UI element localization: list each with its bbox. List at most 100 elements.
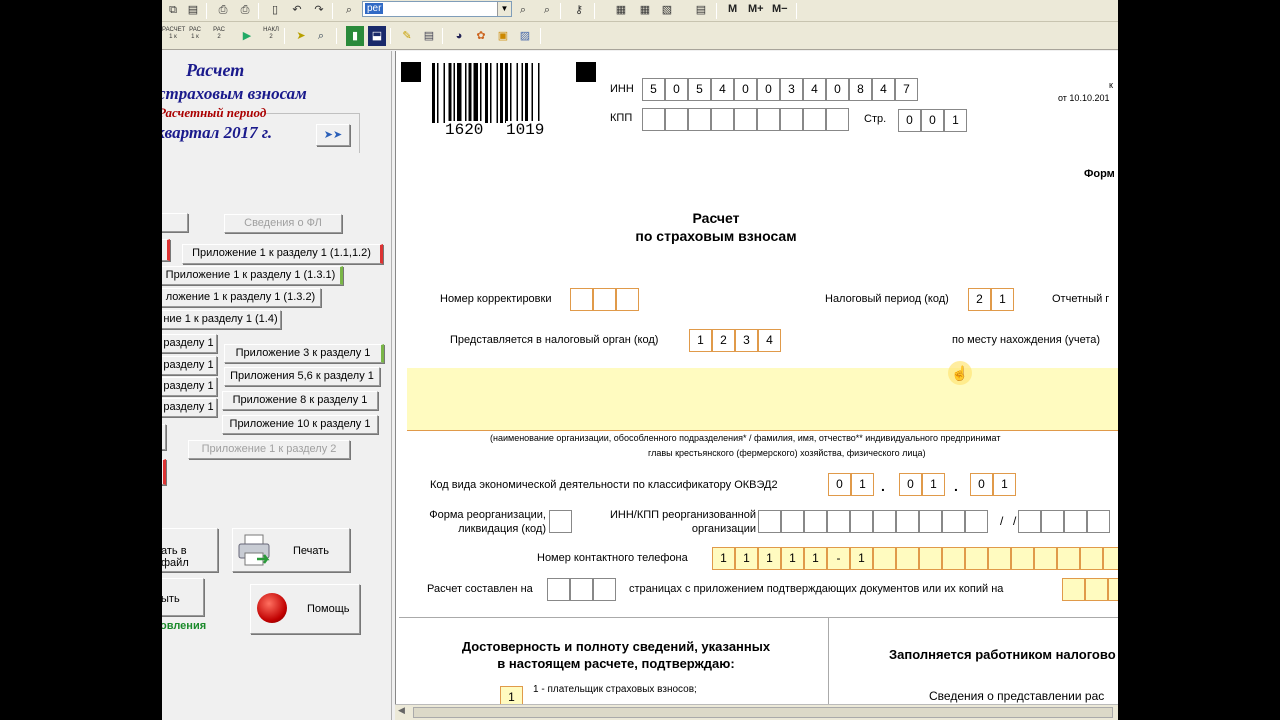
paste-icon[interactable]: ▤ bbox=[184, 2, 202, 19]
photo-icon[interactable]: ▨ bbox=[516, 26, 534, 46]
digit-cell[interactable] bbox=[803, 108, 826, 131]
chart-icon[interactable]: ▧ bbox=[658, 2, 676, 19]
digit-cell[interactable] bbox=[942, 510, 965, 533]
digit-cell[interactable]: 0 bbox=[899, 473, 922, 496]
notepad-icon[interactable]: ▤ bbox=[692, 2, 710, 19]
digit-cell[interactable]: 1 bbox=[735, 547, 758, 570]
payer-code-field[interactable]: 1 bbox=[500, 686, 523, 704]
digit-cell[interactable] bbox=[1041, 510, 1064, 533]
fl-info-button[interactable]: Сведения о ФЛ bbox=[224, 214, 342, 233]
digit-cell[interactable]: 0 bbox=[665, 78, 688, 101]
memory-minus-button[interactable]: M− bbox=[772, 3, 788, 15]
digit-cell[interactable]: 1 bbox=[781, 547, 804, 570]
app4-section1-button[interactable]: разделу 1 bbox=[162, 356, 217, 375]
close-button[interactable]: ыть bbox=[162, 578, 204, 616]
image-icon[interactable]: ▣ bbox=[494, 26, 512, 46]
save-to-file-button[interactable]: ать в файл bbox=[162, 528, 218, 572]
scrollbar-thumb[interactable] bbox=[413, 707, 1113, 718]
digit-cell[interactable]: 3 bbox=[735, 329, 758, 352]
digit-cell[interactable] bbox=[965, 510, 988, 533]
find-next-icon[interactable]: ⌕ bbox=[514, 2, 532, 19]
digit-cell[interactable]: 0 bbox=[898, 109, 921, 132]
digit-cell[interactable]: 1 bbox=[758, 547, 781, 570]
period-next-button[interactable]: ➤➤ bbox=[316, 124, 350, 146]
digit-cell[interactable] bbox=[593, 578, 616, 601]
digit-cell[interactable] bbox=[665, 108, 688, 131]
binoculars-icon[interactable]: ⌕ bbox=[312, 26, 330, 46]
digit-cell[interactable] bbox=[1011, 547, 1034, 570]
report-calc-2-button[interactable]: РАС 1 к bbox=[184, 27, 206, 41]
digit-cell[interactable] bbox=[1080, 547, 1103, 570]
play-icon[interactable]: ▶ bbox=[238, 26, 256, 46]
tab-title-button[interactable] bbox=[162, 213, 188, 232]
section-2-button[interactable] bbox=[162, 424, 166, 450]
digit-cell[interactable]: 4 bbox=[872, 78, 895, 101]
digit-cell[interactable] bbox=[1057, 547, 1080, 570]
section-1-button[interactable] bbox=[162, 239, 170, 261]
chevron-down-icon[interactable]: ▼ bbox=[497, 2, 511, 16]
digit-cell[interactable] bbox=[826, 108, 849, 131]
digit-cell[interactable] bbox=[965, 547, 988, 570]
organization-name-field[interactable] bbox=[407, 368, 1118, 431]
digit-cell[interactable] bbox=[570, 578, 593, 601]
digit-cell[interactable]: 8 bbox=[849, 78, 872, 101]
digit-cell[interactable] bbox=[688, 108, 711, 131]
digit-cell[interactable]: 1 bbox=[712, 547, 735, 570]
digit-cell[interactable]: 0 bbox=[757, 78, 780, 101]
digit-cell[interactable] bbox=[942, 547, 965, 570]
horizontal-scrollbar[interactable]: ◀ bbox=[395, 704, 1118, 720]
digit-cell[interactable] bbox=[593, 288, 616, 311]
printer-icon[interactable]: ⎙ bbox=[214, 2, 232, 19]
digit-cell[interactable]: 1 bbox=[922, 473, 945, 496]
digit-cell[interactable]: 7 bbox=[895, 78, 918, 101]
digit-cell[interactable]: 0 bbox=[826, 78, 849, 101]
digit-cell[interactable] bbox=[850, 510, 873, 533]
digit-cell[interactable]: 1 bbox=[991, 288, 1014, 311]
digit-cell[interactable]: 0 bbox=[970, 473, 993, 496]
digit-cell[interactable] bbox=[1085, 578, 1108, 601]
copy-icon[interactable]: ⧉ bbox=[164, 2, 182, 19]
print-preview-icon[interactable]: ⎙ bbox=[236, 2, 254, 19]
app3-section1-button[interactable]: Приложение 3 к разделу 1 bbox=[224, 344, 384, 363]
digit-cell[interactable] bbox=[873, 510, 896, 533]
digit-cell[interactable] bbox=[780, 108, 803, 131]
network-icon[interactable]: ⬓ bbox=[368, 26, 386, 46]
digit-cell[interactable]: 1 bbox=[689, 329, 712, 352]
digit-cell[interactable]: 1 bbox=[851, 473, 874, 496]
digit-cell[interactable] bbox=[758, 510, 781, 533]
digit-cell[interactable]: 1 bbox=[944, 109, 967, 132]
digit-cell[interactable] bbox=[1103, 547, 1118, 570]
digit-cell[interactable] bbox=[896, 547, 919, 570]
digit-cell[interactable] bbox=[1108, 578, 1118, 601]
app1-section2-button[interactable]: Приложение 1 к разделу 2 bbox=[188, 440, 350, 459]
report-calc-button[interactable]: РАСЧЕТ 1 к bbox=[162, 27, 185, 41]
digit-cell[interactable] bbox=[616, 288, 639, 311]
invoice-button[interactable]: НАКЛ 2 bbox=[260, 27, 282, 41]
digit-cell[interactable] bbox=[988, 547, 1011, 570]
print-button[interactable]: Печать bbox=[232, 528, 350, 572]
digit-cell[interactable] bbox=[711, 108, 734, 131]
digit-cell[interactable]: 2 bbox=[968, 288, 991, 311]
app2-section1-button[interactable]: разделу 1 bbox=[162, 334, 217, 353]
table-calc-icon[interactable]: ▦ bbox=[636, 2, 654, 19]
clipboard-icon[interactable]: ▤ bbox=[420, 26, 438, 46]
digit-cell[interactable] bbox=[1087, 510, 1110, 533]
reorg-form-field[interactable] bbox=[549, 510, 572, 533]
binoculars-icon[interactable]: ⌕ bbox=[340, 2, 358, 19]
section-3-button[interactable] bbox=[162, 459, 166, 485]
edit-icon[interactable]: ✎ bbox=[398, 26, 416, 46]
colors-icon[interactable]: ✿ bbox=[472, 26, 490, 46]
key-icon[interactable]: ⚷ bbox=[570, 2, 588, 19]
digit-cell[interactable]: 4 bbox=[711, 78, 734, 101]
app1-section1-14-button[interactable]: ние 1 к разделу 1 (1.4) bbox=[162, 310, 281, 329]
search-combo[interactable]: per ▼ bbox=[362, 1, 512, 17]
digit-cell[interactable]: 4 bbox=[803, 78, 826, 101]
help-button[interactable]: Помощь bbox=[250, 584, 360, 634]
app8-section1-button[interactable]: Приложение 8 к разделу 1 bbox=[222, 391, 378, 410]
digit-cell[interactable] bbox=[896, 510, 919, 533]
digit-cell[interactable] bbox=[1064, 510, 1087, 533]
memory-plus-button[interactable]: M+ bbox=[748, 3, 764, 15]
digit-cell[interactable]: 0 bbox=[734, 78, 757, 101]
digit-cell[interactable]: 5 bbox=[642, 78, 665, 101]
green-book-icon[interactable]: ▮ bbox=[346, 26, 364, 46]
